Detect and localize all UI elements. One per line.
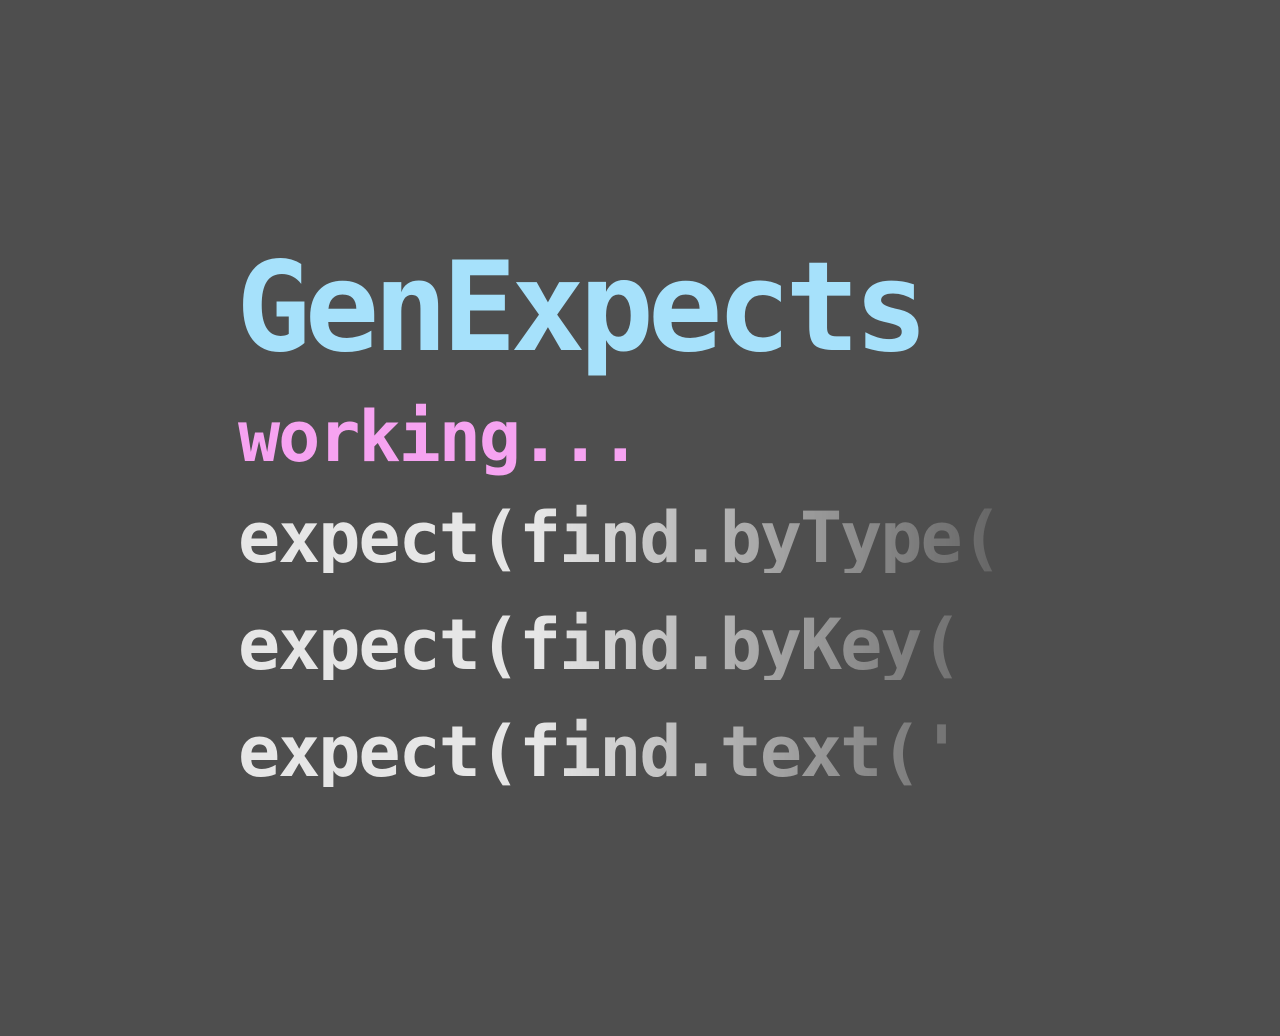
code-line-text: expect(find.text(' — [238, 717, 963, 787]
app-title: GenExpects — [236, 236, 929, 380]
splash-screen: GenExpects working... expect(find.byType… — [0, 0, 1280, 1036]
code-line-by-type: expect(find.byType( — [238, 503, 1003, 573]
code-line-by-key: expect(find.byKey( — [238, 610, 963, 680]
status-text: working... — [238, 396, 641, 478]
